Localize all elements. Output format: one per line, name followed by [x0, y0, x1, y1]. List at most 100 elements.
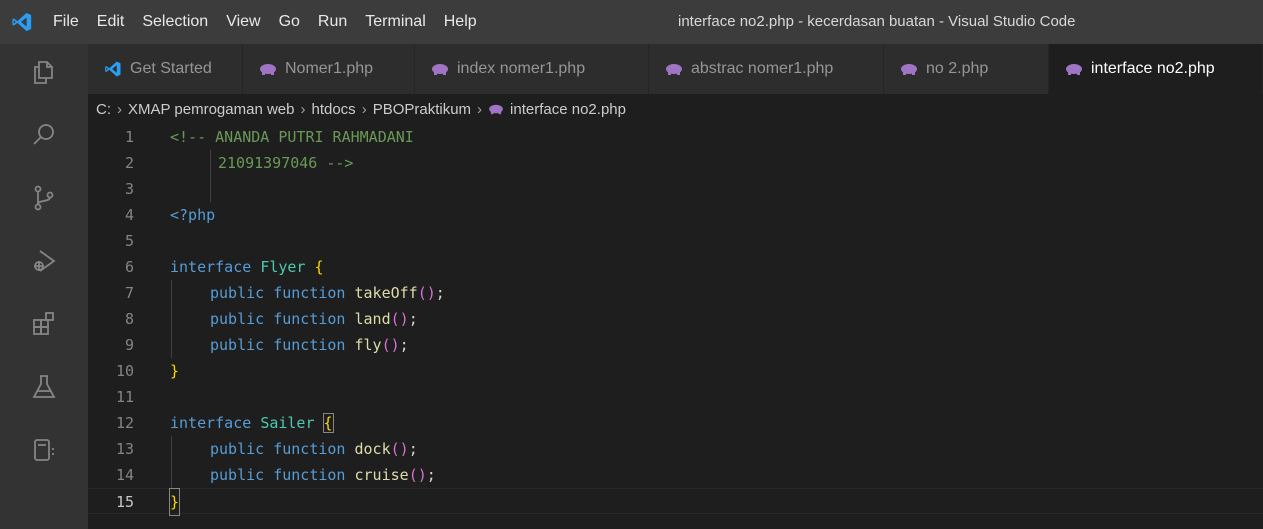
- line-number: 2: [124, 154, 134, 172]
- line-number: 4: [124, 206, 134, 224]
- menu-help[interactable]: Help: [435, 0, 486, 44]
- tab-label: Nomer1.php: [285, 60, 374, 77]
- tab-interface-no2-php[interactable]: interface no2.php: [1049, 44, 1263, 94]
- indent-guide: [171, 280, 172, 306]
- line-number: 5: [124, 232, 134, 250]
- line-number: 3: [124, 180, 134, 198]
- search-icon[interactable]: [22, 113, 66, 157]
- chevron-right-icon: ›: [117, 100, 122, 118]
- breadcrumb-item[interactable]: C:: [96, 101, 111, 118]
- php-elephant-icon: [259, 62, 277, 76]
- code-text: }: [168, 488, 181, 516]
- code-text: }: [170, 362, 180, 380]
- tab-no-2-php[interactable]: no 2.php: [884, 44, 1049, 94]
- code-text: public function land();: [210, 310, 418, 328]
- breadcrumb-item[interactable]: htdocs: [311, 101, 355, 118]
- menu-edit[interactable]: Edit: [88, 0, 134, 44]
- activity-bar: [0, 44, 88, 529]
- menu-selection[interactable]: Selection: [133, 0, 217, 44]
- tab-label: interface no2.php: [1091, 60, 1215, 77]
- tab-label: index nomer1.php: [457, 60, 586, 77]
- code-line-current: 15 }: [88, 488, 1263, 516]
- code-line: 7 public function takeOff();: [88, 280, 1263, 306]
- code-text: public function fly();: [210, 336, 409, 354]
- php-elephant-icon: [488, 103, 504, 115]
- code-text: public function takeOff();: [210, 284, 445, 302]
- code-text: interface Sailer {: [170, 413, 334, 433]
- line-number: 13: [115, 440, 134, 458]
- breadcrumb-item[interactable]: XMAP pemrogaman web: [128, 101, 294, 118]
- code-text: <!-- ANANDA PUTRI RAHMADANI: [170, 128, 414, 146]
- extensions-icon[interactable]: [22, 302, 66, 346]
- line-number: 7: [124, 284, 134, 302]
- remote-explorer-icon[interactable]: [22, 428, 66, 472]
- editor-tab-bar: Get Started Nomer1.php index nomer1.php …: [88, 44, 1263, 94]
- tab-label: Get Started: [130, 60, 212, 77]
- testing-icon[interactable]: [22, 365, 66, 409]
- tab-abstrac-nomer1-php[interactable]: abstrac nomer1.php: [649, 44, 884, 94]
- chevron-right-icon: ›: [300, 100, 306, 118]
- php-elephant-icon: [1065, 62, 1083, 76]
- indent-guide: [210, 150, 211, 176]
- line-number: 15: [115, 493, 134, 511]
- php-elephant-icon: [431, 62, 449, 76]
- line-number: 6: [124, 258, 134, 276]
- window-title: interface no2.php - kecerdasan buatan - …: [678, 13, 1076, 30]
- line-number: 14: [115, 466, 134, 484]
- line-number: 1: [124, 128, 134, 146]
- indent-guide: [171, 436, 172, 462]
- code-line: 14 public function cruise();: [88, 462, 1263, 488]
- line-number: 12: [115, 414, 134, 432]
- source-control-icon[interactable]: [22, 176, 66, 220]
- line-number: 9: [124, 336, 134, 354]
- code-line: 9 public function fly();: [88, 332, 1263, 358]
- indent-guide: [171, 332, 172, 358]
- code-line: 13 public function dock();: [88, 436, 1263, 462]
- chevron-right-icon: ›: [361, 100, 367, 118]
- vscode-icon: [104, 60, 122, 78]
- code-line: 5: [88, 228, 1263, 254]
- breadcrumb: C: › XMAP pemrogaman web › htdocs › PBOP…: [96, 94, 626, 124]
- vscode-logo-icon: [0, 0, 44, 44]
- code-line: 10 }: [88, 358, 1263, 384]
- code-line: 2 21091397046 -->: [88, 150, 1263, 176]
- breadcrumb-file[interactable]: interface no2.php: [488, 101, 626, 118]
- php-elephant-icon: [900, 62, 918, 76]
- tab-get-started[interactable]: Get Started: [88, 44, 243, 94]
- explorer-icon[interactable]: [22, 50, 66, 94]
- menu-file[interactable]: File: [44, 0, 88, 44]
- code-text: public function dock();: [210, 440, 418, 458]
- code-text: <?php: [170, 206, 216, 224]
- run-debug-icon[interactable]: [22, 239, 66, 283]
- line-number: 10: [115, 362, 134, 380]
- tab-nomer1-php[interactable]: Nomer1.php: [243, 44, 415, 94]
- line-number: 8: [124, 310, 134, 328]
- menu-run[interactable]: Run: [309, 0, 356, 44]
- chevron-right-icon: ›: [477, 100, 483, 118]
- code-editor[interactable]: 1 <!-- ANANDA PUTRI RAHMADANI 2 21091397…: [88, 124, 1263, 529]
- code-text: interface Flyer {: [170, 258, 324, 276]
- code-line: 4 <?php: [88, 202, 1263, 228]
- menu-bar: File Edit Selection View Go Run Terminal…: [44, 0, 486, 44]
- code-line: 8 public function land();: [88, 306, 1263, 332]
- tab-label: abstrac nomer1.php: [691, 60, 834, 77]
- menu-go[interactable]: Go: [270, 0, 309, 44]
- code-line: 11: [88, 384, 1263, 410]
- code-text: 21091397046 -->: [218, 154, 354, 172]
- title-bar: File Edit Selection View Go Run Terminal…: [0, 0, 1263, 44]
- indent-guide: [171, 306, 172, 332]
- menu-view[interactable]: View: [217, 0, 269, 44]
- indent-guide: [210, 176, 211, 202]
- tab-label: no 2.php: [926, 60, 989, 77]
- code-line: 12 interface Sailer {: [88, 410, 1263, 436]
- breadcrumb-item[interactable]: PBOPraktikum: [373, 101, 471, 118]
- code-line: 3: [88, 176, 1263, 202]
- line-number: 11: [115, 388, 134, 406]
- menu-terminal[interactable]: Terminal: [356, 0, 434, 44]
- tab-index-nomer1-php[interactable]: index nomer1.php: [415, 44, 649, 94]
- breadcrumb-file-label: interface no2.php: [510, 100, 626, 118]
- indent-guide: [171, 462, 172, 488]
- code-line: 6 interface Flyer {: [88, 254, 1263, 280]
- php-elephant-icon: [665, 62, 683, 76]
- code-text: public function cruise();: [210, 466, 436, 484]
